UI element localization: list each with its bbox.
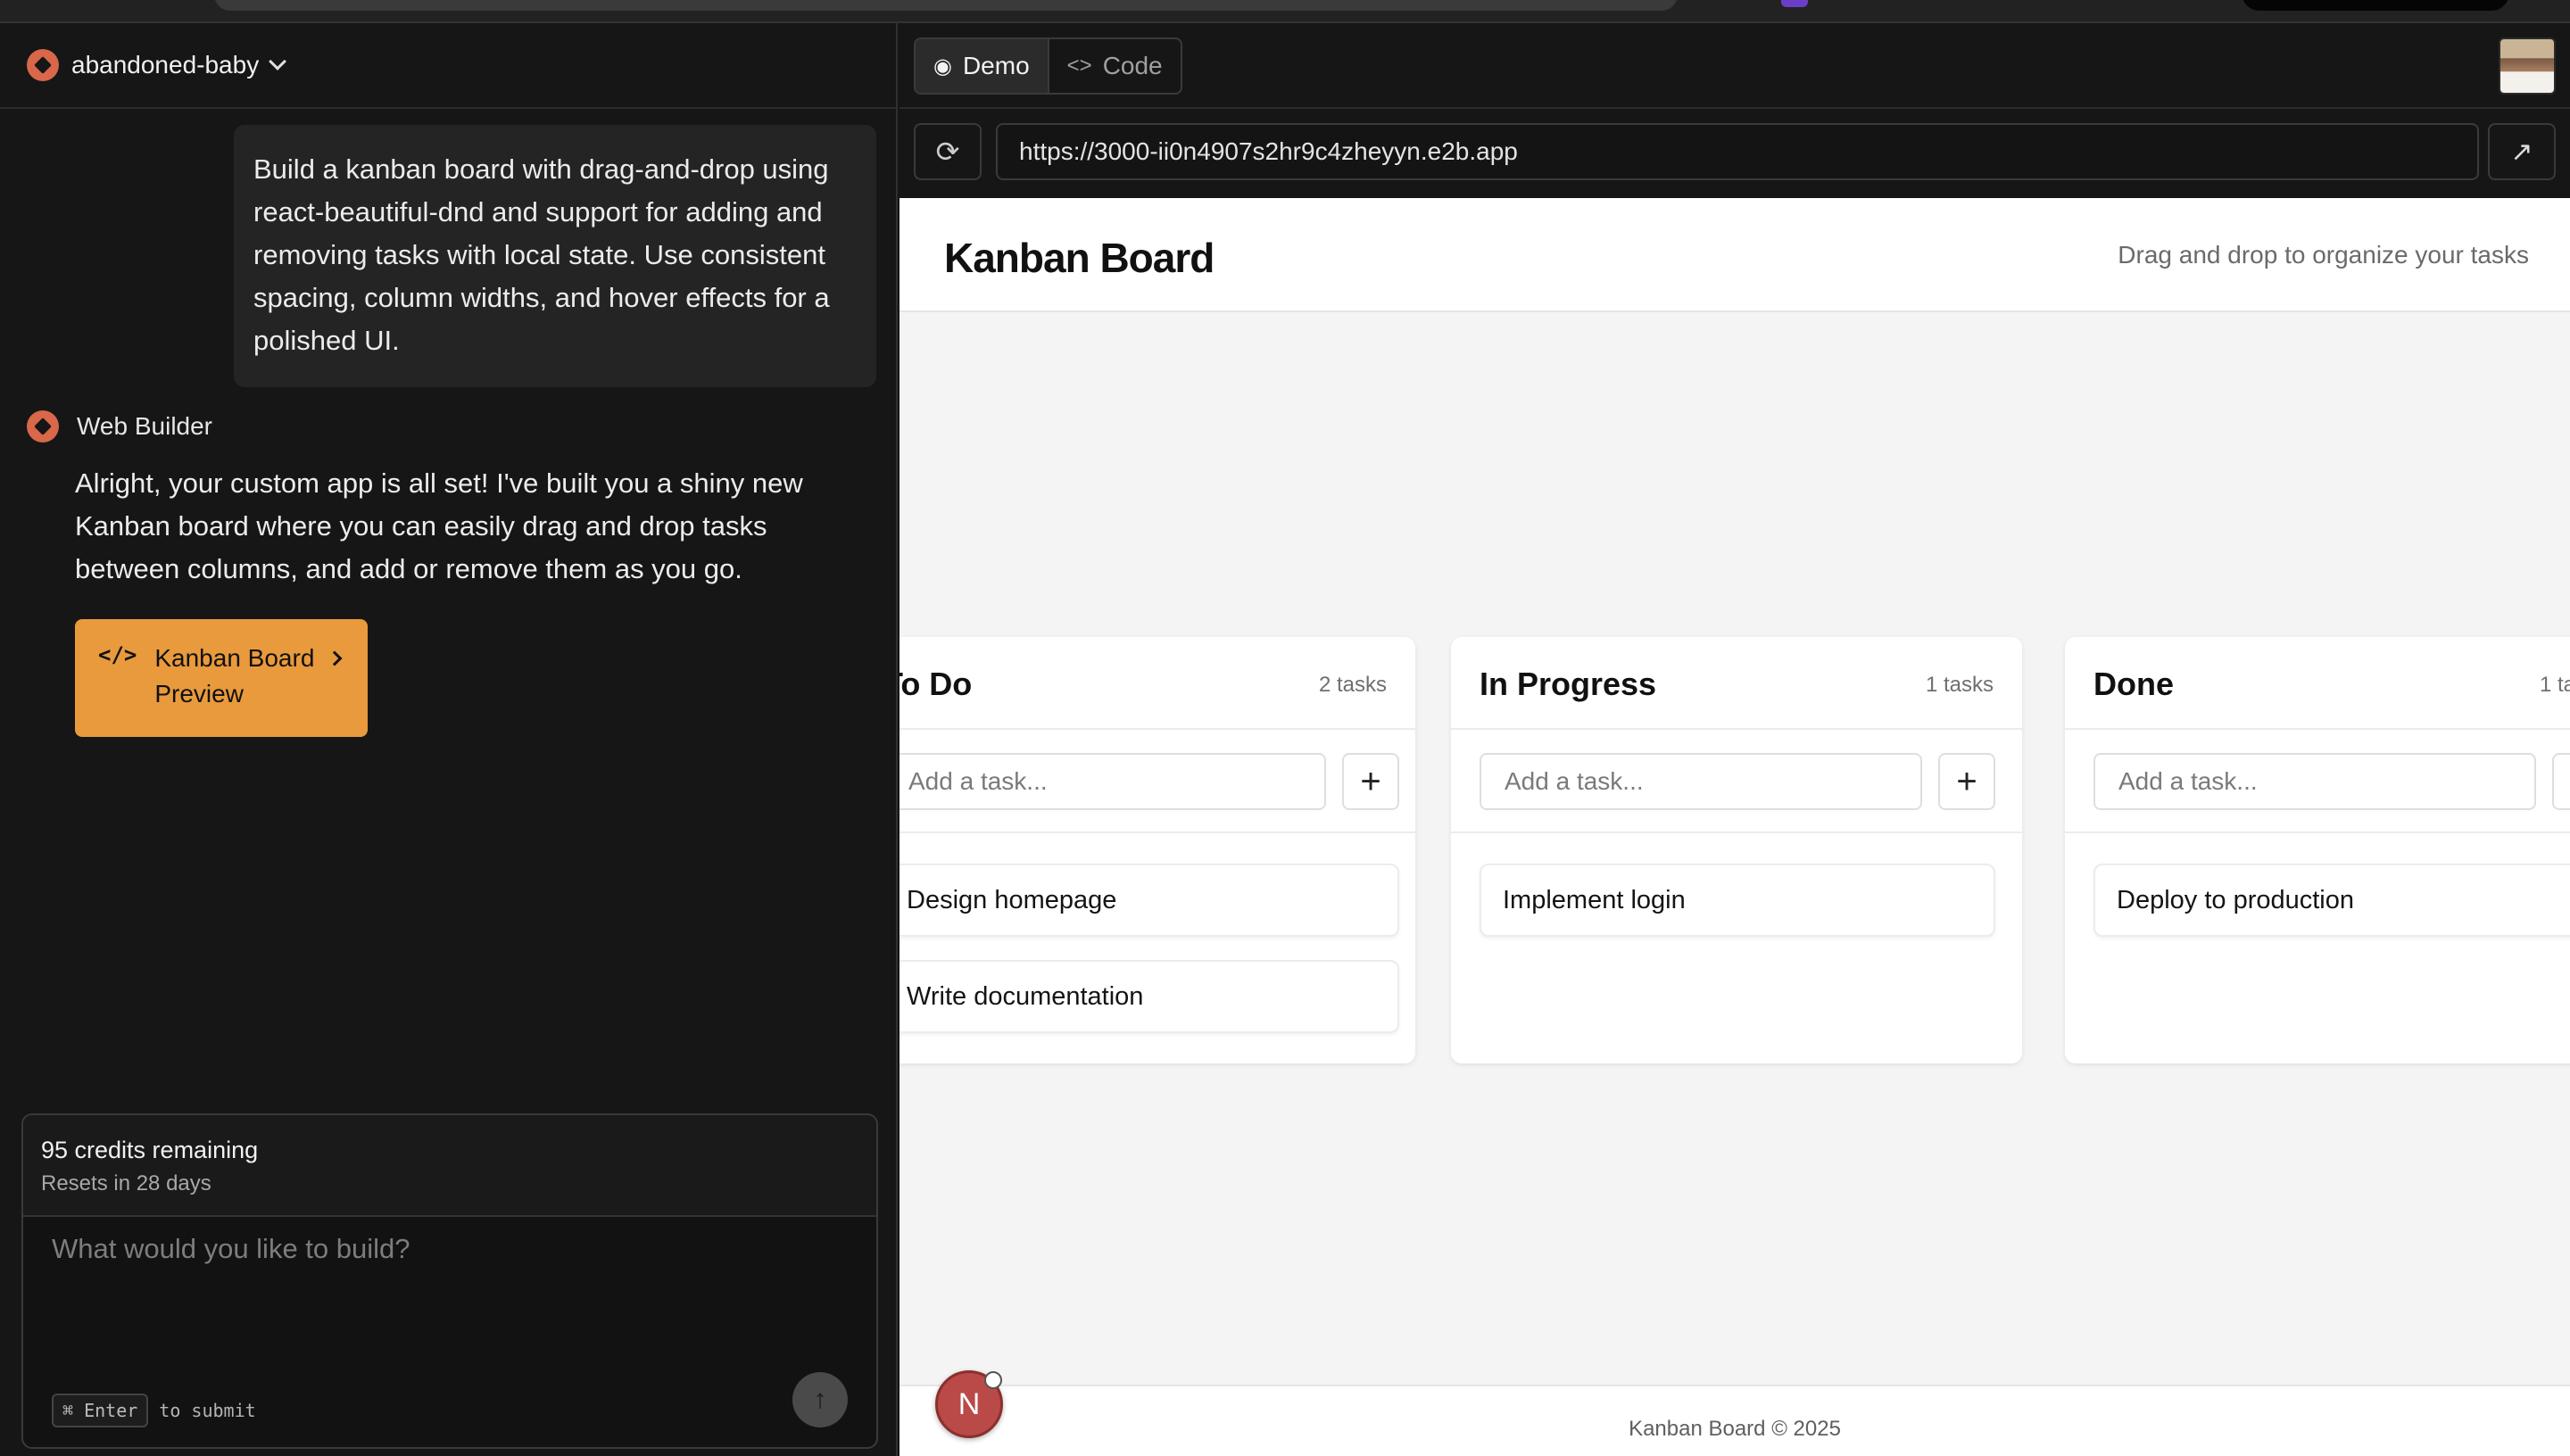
add-task-row: + [1451,730,2022,833]
add-task-button[interactable]: + [2552,753,2570,810]
notification-dot [984,1371,1002,1389]
prompt-input[interactable] [52,1233,837,1265]
credits-box: 95 credits remaining Resets in 28 days [23,1115,876,1217]
task-card[interactable]: Deploy to production [2093,864,2570,937]
tab-demo-label: Demo [962,52,1030,79]
task-card[interactable]: Design homepage [900,864,1399,937]
add-task-input[interactable] [2093,753,2536,810]
app-footer: Kanban Board © 2025 [900,1385,2570,1456]
credits-reset: Resets in 28 days [41,1171,211,1195]
plus-icon: + [1956,761,1977,801]
submit-hint: ⌘ Enter to submit [52,1394,256,1427]
url-bar: ⟳ https://3000-ii0n4907s2hr9c4zheyyn.e2b… [900,109,2570,198]
project-name: abandoned-baby [71,51,260,79]
reload-button[interactable]: ⟳ [914,123,982,180]
add-task-button[interactable]: + [1938,753,1995,810]
kanban-app: Kanban Board Drag and drop to organize y… [900,198,2570,1456]
column-title: Done [2093,666,2174,702]
column-count: 1 tasks [1925,673,1994,697]
eye-icon: ◉ [933,54,952,79]
tab-demo[interactable]: ◉ Demo [916,39,1049,93]
preview-panel: ◉ Demo <> Code ⟳ https://3000-ii0n4907s2… [900,23,2570,1456]
address-bar-fragment [214,0,1678,11]
submit-hint-text: to submit [159,1400,256,1421]
task-card[interactable]: Implement login [1480,864,1995,937]
column-header: To Do 2 tasks [900,637,1415,730]
project-selector[interactable]: abandoned-baby [0,23,896,109]
code-icon: <> [1066,54,1092,78]
preview-button-label: Kanban Board Preview [154,644,315,707]
external-link-icon: ↗ [2510,136,2533,167]
view-toggle: ◉ Demo <> Code [914,37,1182,95]
column-count: 2 tasks [1318,673,1387,697]
preview-tabs-bar: ◉ Demo <> Code [900,23,2570,109]
browser-button-fragment [2242,0,2509,11]
assistant-header: Web Builder [27,410,212,443]
code-icon: </> [98,642,137,667]
add-task-row: + [2065,730,2570,833]
user-message: Build a kanban board with drag-and-drop … [234,125,876,387]
assistant-name: Web Builder [77,412,213,440]
brand-logo-icon [27,49,59,81]
dev-tools-badge[interactable]: N [935,1370,1003,1438]
composer: 95 credits remaining Resets in 28 days ⌘… [21,1113,878,1449]
refresh-icon: ⟳ [935,136,960,168]
app-subtitle: Drag and drop to organize your tasks [2118,241,2529,269]
chevron-right-icon [327,650,343,666]
open-external-button[interactable]: ↗ [2488,123,2556,180]
browser-top-strip [0,0,2570,23]
arrow-up-icon: ↑ [813,1385,827,1414]
chat-panel: abandoned-baby Build a kanban board with… [0,23,898,1456]
app-header: Kanban Board Drag and drop to organize y… [900,198,2570,312]
task-card[interactable]: Write documentation [900,960,1399,1033]
enter-key-badge: ⌘ Enter [52,1394,149,1427]
app-title: Kanban Board [944,235,1215,281]
url-field[interactable]: https://3000-ii0n4907s2hr9c4zheyyn.e2b.a… [996,123,2479,180]
column-title: To Do [900,666,973,702]
user-avatar[interactable] [2499,37,2556,95]
plus-icon: + [1360,761,1381,801]
tab-code-label: Code [1102,52,1163,79]
column-header: Done 1 tasks [2065,637,2570,730]
column-todo: To Do 2 tasks + Design homepage Write do… [900,637,1415,1063]
badge-letter: N [958,1386,981,1421]
kanban-preview-button[interactable]: </> Kanban Board Preview [75,619,368,737]
credits-remaining: 95 credits remaining [41,1137,259,1163]
assistant-message: Alright, your custom app is all set! I'v… [75,467,803,584]
column-title: In Progress [1480,666,1657,702]
column-header: In Progress 1 tasks [1451,637,2022,730]
extension-icon [1781,0,1808,7]
tab-code[interactable]: <> Code [1049,39,1181,93]
add-task-row: + [900,730,1415,833]
send-button[interactable]: ↑ [792,1372,848,1427]
add-task-button[interactable]: + [1342,753,1399,810]
column-in-progress: In Progress 1 tasks + Implement login [1451,637,2022,1063]
assistant-logo-icon [27,410,59,443]
add-task-input[interactable] [1480,753,1922,810]
add-task-input[interactable] [900,753,1326,810]
column-done: Done 1 tasks + Deploy to production [2065,637,2570,1063]
column-count: 1 tasks [2539,673,2570,697]
chevron-down-icon [269,53,287,70]
